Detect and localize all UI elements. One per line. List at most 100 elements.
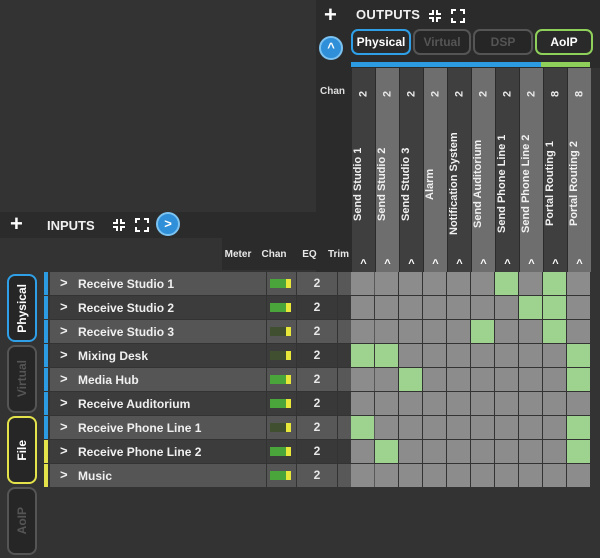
routing-cell[interactable] xyxy=(543,320,566,343)
routing-cell[interactable] xyxy=(447,464,470,487)
routing-cell[interactable] xyxy=(351,440,374,463)
routing-cell[interactable] xyxy=(543,368,566,391)
routing-cell[interactable] xyxy=(351,368,374,391)
routing-cell[interactable] xyxy=(543,392,566,415)
routing-cell[interactable] xyxy=(567,272,590,295)
output-column[interactable]: 2 Send Phone Line 2 ^ xyxy=(519,68,543,272)
routing-cell[interactable] xyxy=(519,272,542,295)
routing-cell[interactable] xyxy=(399,464,422,487)
outputs-tab-dsp[interactable]: DSP xyxy=(473,29,533,55)
expand-inputs-expand-icon[interactable] xyxy=(135,218,149,232)
routing-cell[interactable] xyxy=(567,416,590,439)
output-column-caret-icon[interactable]: ^ xyxy=(472,258,495,270)
routing-cell[interactable] xyxy=(543,416,566,439)
output-column[interactable]: 2 Notification System ^ xyxy=(447,68,471,272)
routing-cell[interactable] xyxy=(495,440,518,463)
routing-cell[interactable] xyxy=(495,296,518,319)
routing-cell[interactable] xyxy=(471,320,494,343)
routing-cell[interactable] xyxy=(519,464,542,487)
routing-cell[interactable] xyxy=(423,272,446,295)
output-column[interactable]: 2 Send Auditorium ^ xyxy=(471,68,495,272)
routing-cell[interactable] xyxy=(447,272,470,295)
routing-cell[interactable] xyxy=(567,464,590,487)
output-column[interactable]: 2 Send Phone Line 1 ^ xyxy=(495,68,519,272)
routing-cell[interactable] xyxy=(399,272,422,295)
routing-cell[interactable] xyxy=(375,272,398,295)
routing-cell[interactable] xyxy=(519,440,542,463)
routing-cell[interactable] xyxy=(351,272,374,295)
inputs-tab-virtual[interactable]: Virtual xyxy=(7,345,37,413)
inputs-tab-file[interactable]: File xyxy=(7,416,37,484)
routing-cell[interactable] xyxy=(423,464,446,487)
output-column[interactable]: 2 Send Studio 1 ^ xyxy=(351,68,375,272)
input-name-cell[interactable]: > Receive Phone Line 2 xyxy=(50,440,266,463)
routing-cell[interactable] xyxy=(375,392,398,415)
routing-cell[interactable] xyxy=(447,296,470,319)
routing-cell[interactable] xyxy=(351,344,374,367)
expand-row-chevron-right-icon[interactable]: > xyxy=(60,347,68,362)
input-row[interactable]: > Receive Phone Line 1 2 xyxy=(44,416,590,439)
routing-cell[interactable] xyxy=(375,464,398,487)
routing-cell[interactable] xyxy=(471,416,494,439)
routing-cell[interactable] xyxy=(399,392,422,415)
routing-cell[interactable] xyxy=(567,296,590,319)
expand-outputs-expand-icon[interactable] xyxy=(451,9,465,23)
routing-cell[interactable] xyxy=(543,464,566,487)
input-name-cell[interactable]: > Receive Studio 2 xyxy=(50,296,266,319)
routing-cell[interactable] xyxy=(399,344,422,367)
routing-cell[interactable] xyxy=(567,320,590,343)
routing-cell[interactable] xyxy=(351,320,374,343)
input-row[interactable]: > Mixing Desk 2 xyxy=(44,344,590,367)
inputs-tab-physical[interactable]: Physical xyxy=(7,274,37,342)
routing-cell[interactable] xyxy=(399,296,422,319)
routing-cell[interactable] xyxy=(375,320,398,343)
input-row[interactable]: > Receive Phone Line 2 2 xyxy=(44,440,590,463)
routing-cell[interactable] xyxy=(351,416,374,439)
output-column[interactable]: 8 Portal Routing 2 ^ xyxy=(567,68,591,272)
outputs-tab-physical[interactable]: Physical xyxy=(351,29,411,55)
routing-cell[interactable] xyxy=(375,416,398,439)
routing-cell[interactable] xyxy=(519,368,542,391)
collapse-inputs-compress-icon[interactable] xyxy=(112,218,126,232)
input-name-cell[interactable]: > Receive Phone Line 1 xyxy=(50,416,266,439)
routing-cell[interactable] xyxy=(495,464,518,487)
routing-cell[interactable] xyxy=(567,344,590,367)
routing-cell[interactable] xyxy=(495,392,518,415)
routing-cell[interactable] xyxy=(495,272,518,295)
add-output-plus-icon[interactable]: + xyxy=(324,4,337,26)
output-column[interactable]: 2 Send Studio 2 ^ xyxy=(375,68,399,272)
input-name-cell[interactable]: > Media Hub xyxy=(50,368,266,391)
routing-cell[interactable] xyxy=(567,392,590,415)
routing-cell[interactable] xyxy=(543,440,566,463)
routing-cell[interactable] xyxy=(519,296,542,319)
routing-cell[interactable] xyxy=(519,320,542,343)
scroll-up-chevron-up-icon[interactable]: ^ xyxy=(319,36,343,60)
output-column-caret-icon[interactable]: ^ xyxy=(496,258,519,270)
routing-cell[interactable] xyxy=(351,296,374,319)
output-column[interactable]: 2 Alarm ^ xyxy=(423,68,447,272)
routing-cell[interactable] xyxy=(423,416,446,439)
input-row[interactable]: > Receive Studio 3 2 xyxy=(44,320,590,343)
input-row[interactable]: > Receive Studio 2 2 xyxy=(44,296,590,319)
routing-cell[interactable] xyxy=(471,392,494,415)
routing-cell[interactable] xyxy=(543,296,566,319)
routing-cell[interactable] xyxy=(519,344,542,367)
routing-cell[interactable] xyxy=(351,464,374,487)
input-name-cell[interactable]: > Receive Studio 3 xyxy=(50,320,266,343)
output-column-caret-icon[interactable]: ^ xyxy=(352,258,375,270)
routing-cell[interactable] xyxy=(471,272,494,295)
expand-row-chevron-right-icon[interactable]: > xyxy=(60,299,68,314)
expand-row-chevron-right-icon[interactable]: > xyxy=(60,419,68,434)
add-input-plus-icon[interactable]: + xyxy=(10,213,23,235)
output-column-caret-icon[interactable]: ^ xyxy=(448,258,471,270)
output-column-caret-icon[interactable]: ^ xyxy=(568,258,591,270)
output-column-caret-icon[interactable]: ^ xyxy=(424,258,447,270)
routing-cell[interactable] xyxy=(399,440,422,463)
inputs-tab-aoip[interactable]: AoIP xyxy=(7,487,37,555)
input-row[interactable]: > Media Hub 2 xyxy=(44,368,590,391)
routing-cell[interactable] xyxy=(471,464,494,487)
routing-cell[interactable] xyxy=(471,296,494,319)
routing-cell[interactable] xyxy=(423,296,446,319)
routing-cell[interactable] xyxy=(519,416,542,439)
routing-cell[interactable] xyxy=(495,344,518,367)
